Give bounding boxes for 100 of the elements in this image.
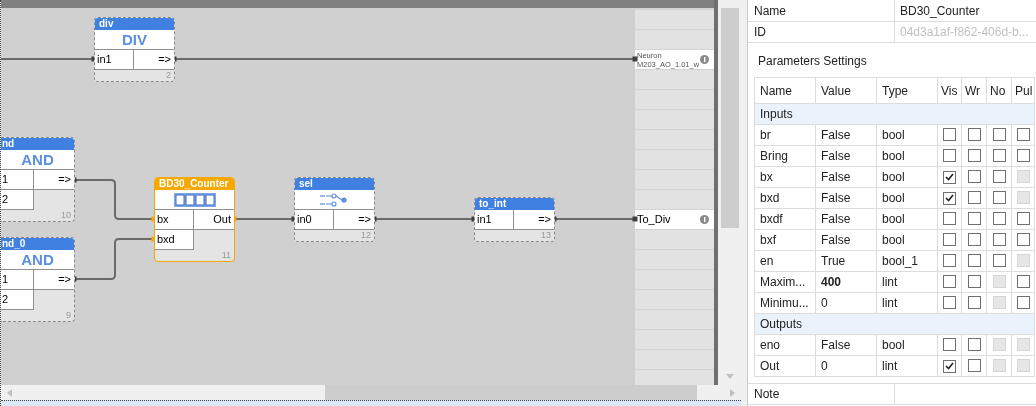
output-port[interactable]: => [34, 270, 74, 290]
checkbox[interactable] [943, 148, 956, 162]
input-port[interactable]: in1 [475, 210, 514, 230]
checkbox[interactable] [967, 358, 981, 372]
column-header[interactable]: Name [754, 77, 816, 104]
table-cell: bxd [754, 187, 816, 209]
block-title: nd_0 [2, 239, 26, 249]
checkbox[interactable] [992, 127, 1006, 141]
wire[interactable] [1, 56, 97, 62]
checkbox[interactable] [1016, 274, 1030, 288]
block-label: DIV [122, 32, 147, 47]
block-number: 10 [61, 211, 71, 220]
checkbox[interactable] [992, 190, 1006, 204]
column-header[interactable]: Pul [1011, 77, 1035, 104]
output-port[interactable]: => [134, 50, 174, 70]
checkbox[interactable] [943, 337, 956, 351]
input-port[interactable]: 2 [1, 190, 34, 210]
table-cell[interactable]: False [815, 334, 877, 356]
function-block[interactable]: div DIV in1 => 2 [94, 17, 175, 82]
input-port[interactable]: 2 [1, 290, 34, 310]
checkbox[interactable] [967, 169, 981, 183]
checkbox[interactable] [1016, 127, 1030, 141]
checkbox[interactable] [992, 211, 1006, 225]
block-title: to_int [479, 199, 507, 209]
column-header[interactable]: Vis [937, 77, 962, 104]
scroll-thumb[interactable] [325, 385, 697, 400]
checkbox[interactable] [943, 191, 956, 205]
checkbox[interactable] [967, 148, 981, 162]
table-cell[interactable]: True [815, 250, 877, 272]
table-cell[interactable]: False [815, 166, 877, 188]
table-cell[interactable]: False [815, 145, 877, 167]
column-header[interactable]: Value [815, 77, 877, 104]
checkbox[interactable] [967, 337, 981, 351]
checkbox[interactable] [943, 170, 956, 184]
column-header[interactable]: Type [876, 77, 938, 104]
table-cell[interactable]: False [815, 187, 877, 209]
block-number: 2 [166, 71, 171, 80]
input-port[interactable]: in1 [95, 50, 134, 70]
table-cell: lint [876, 355, 938, 377]
table-cell[interactable]: False [815, 124, 877, 146]
checkbox[interactable] [967, 295, 981, 309]
output-port[interactable]: => [514, 210, 554, 230]
table-cell[interactable]: 400 [815, 271, 877, 293]
output-port[interactable]: => [34, 170, 74, 190]
input-port[interactable]: in0 [295, 210, 334, 230]
checkbox[interactable] [992, 232, 1006, 246]
checkbox[interactable] [1016, 211, 1030, 225]
input-port[interactable]: 1 [1, 270, 34, 290]
checkbox[interactable] [967, 232, 981, 246]
input-port[interactable]: 1 [1, 170, 34, 190]
table-cell: bool [876, 145, 938, 167]
table-cell[interactable]: 0 [815, 355, 877, 377]
function-block[interactable]: BD30_Counter bx Out bxd 11 [154, 177, 235, 262]
info-icon [700, 55, 709, 64]
function-block[interactable]: sel in0 => 12 [294, 177, 375, 242]
group-header: Inputs [754, 103, 1035, 125]
table-cell[interactable]: False [815, 208, 877, 230]
output-terminal[interactable]: To_Div [635, 210, 714, 229]
scroll-thumb[interactable] [720, 8, 739, 228]
vertical-scrollbar[interactable] [714, 0, 741, 385]
checkbox[interactable] [967, 274, 981, 288]
table-cell[interactable]: False [815, 229, 877, 251]
column-header[interactable]: Wr [961, 77, 987, 104]
input-port[interactable]: bxd [155, 230, 194, 250]
table-cell: bool [876, 208, 938, 230]
checkbox[interactable] [943, 295, 956, 309]
property-value: 04d3a1af-f862-406d-b... [899, 24, 1030, 41]
group-header: Outputs [754, 313, 1035, 335]
table-cell: bool [876, 334, 938, 356]
checkbox[interactable] [967, 253, 981, 267]
input-port[interactable]: bx [155, 210, 194, 230]
table-cell[interactable]: 0 [815, 292, 877, 314]
checkbox[interactable] [1016, 232, 1030, 246]
checkbox[interactable] [967, 190, 981, 204]
property-value[interactable]: BD30_Counter [895, 1, 1036, 20]
checkbox[interactable] [992, 253, 1006, 267]
checkbox[interactable] [967, 211, 981, 225]
checkbox[interactable] [943, 211, 956, 225]
checkbox[interactable] [943, 127, 956, 141]
checkbox[interactable] [943, 359, 956, 373]
checkbox[interactable] [1016, 148, 1030, 162]
output-port[interactable]: => [334, 210, 374, 230]
table-cell: lint [876, 271, 938, 293]
checkbox[interactable] [943, 232, 956, 246]
column-header[interactable]: No [986, 77, 1012, 104]
checkbox[interactable] [943, 253, 956, 267]
checkbox[interactable] [992, 169, 1006, 183]
checkbox[interactable] [1016, 295, 1030, 309]
checkbox[interactable] [967, 127, 981, 141]
block-number: 9 [66, 311, 71, 320]
block-number: 12 [361, 231, 371, 240]
checkbox[interactable] [992, 148, 1006, 162]
block-label: AND [21, 252, 54, 267]
function-block[interactable]: nd_0 AND 1 => 2 9 [1, 237, 75, 322]
function-block[interactable]: to_int in1 => 13 [474, 197, 555, 242]
block-title: nd [2, 139, 15, 149]
function-block[interactable]: nd AND 1 => 2 10 [1, 137, 75, 222]
table-cell: br [754, 124, 816, 146]
output-port[interactable]: Out [194, 210, 234, 230]
checkbox[interactable] [943, 274, 956, 288]
